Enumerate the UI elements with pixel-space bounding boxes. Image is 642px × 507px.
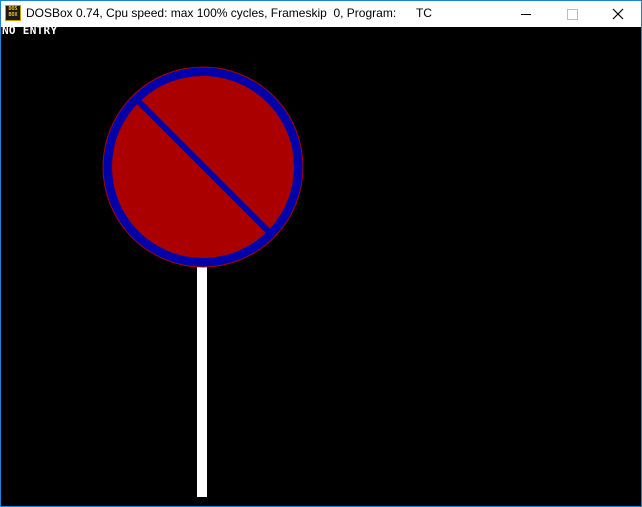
minimize-icon [521, 13, 531, 15]
close-button[interactable] [595, 1, 641, 27]
dosbox-window: DOS BOX DOSBox 0.74, Cpu speed: max 100%… [0, 0, 642, 507]
sign-pole [197, 267, 207, 497]
close-icon [612, 8, 624, 20]
app-icon-line2: BOX [8, 12, 18, 18]
maximize-button[interactable] [549, 1, 595, 27]
dos-screen[interactable]: NO ENTRY [1, 24, 641, 506]
no-entry-sign-graphic [102, 66, 304, 497]
dosbox-icon[interactable]: DOS BOX [5, 5, 21, 21]
window-title: DOSBox 0.74, Cpu speed: max 100% cycles,… [26, 6, 432, 20]
maximize-icon [566, 8, 578, 20]
minimize-button[interactable] [503, 1, 549, 27]
title-bar[interactable]: DOS BOX DOSBox 0.74, Cpu speed: max 100%… [1, 1, 641, 27]
